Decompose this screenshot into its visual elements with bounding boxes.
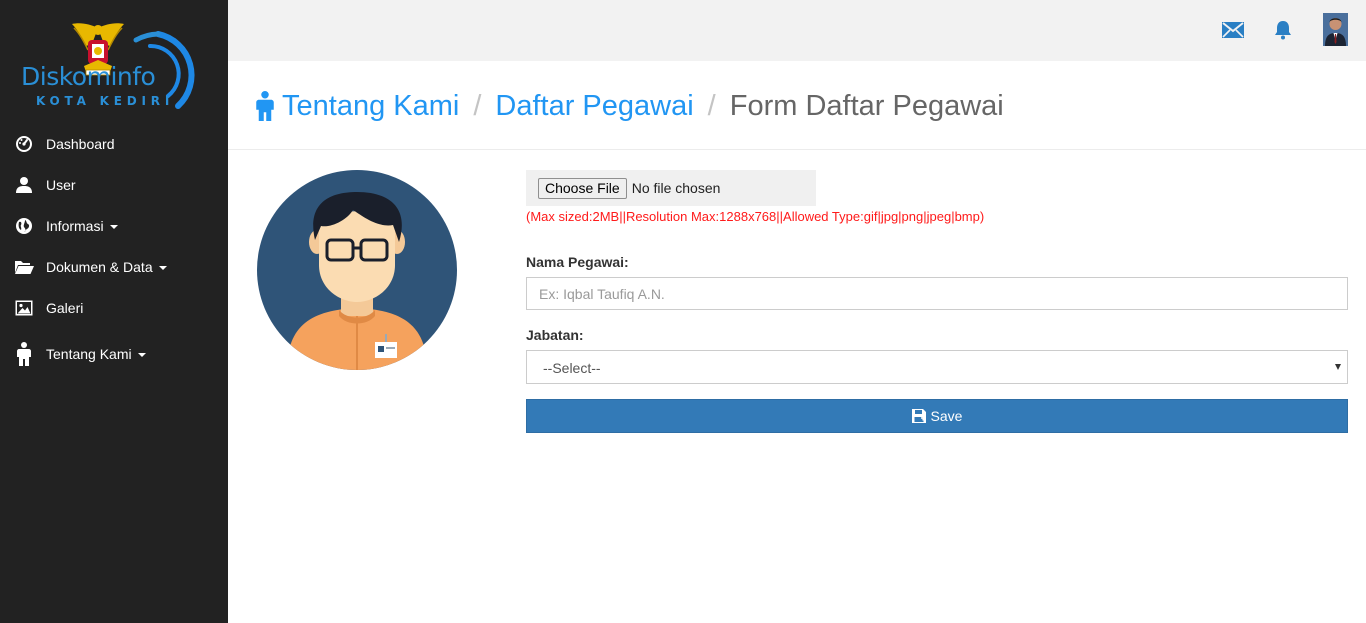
jabatan-select[interactable]: --Select-- xyxy=(526,350,1348,384)
sidebar-item-label: Dokumen & Data xyxy=(46,259,167,275)
sidebar-item-label: Tentang Kami xyxy=(46,346,146,362)
person-icon xyxy=(256,91,274,121)
chevron-down-icon xyxy=(109,225,118,230)
nama-pegawai-label: Nama Pegawai: xyxy=(526,254,629,270)
choose-file-button[interactable]: Choose File xyxy=(538,177,627,199)
bell-icon[interactable] xyxy=(1271,18,1295,42)
breadcrumb-separator: / xyxy=(473,90,482,122)
page-header: Tentang Kami / Daftar Pegawai / Form Daf… xyxy=(228,61,1366,150)
folder-open-icon xyxy=(14,257,34,277)
dashboard-gauge-icon xyxy=(14,134,34,154)
user-icon xyxy=(14,175,34,195)
topbar xyxy=(228,0,1366,61)
file-hint: (Max sized:2MB||Resolution Max:1288x768|… xyxy=(526,209,985,224)
envelope-icon[interactable] xyxy=(1221,18,1245,42)
nama-pegawai-input[interactable] xyxy=(526,277,1348,310)
brand-name: Diskominfo xyxy=(21,62,156,91)
brand-subtitle: KOTA KEDIRI xyxy=(36,94,175,108)
sidebar-item-informasi[interactable]: Informasi xyxy=(0,207,228,245)
save-icon xyxy=(911,409,927,423)
sidebar-item-label: Galeri xyxy=(46,300,84,316)
sidebar-item-dokumen-data[interactable]: Dokumen & Data xyxy=(0,248,228,286)
save-button[interactable]: Save xyxy=(526,399,1348,433)
sidebar-item-galeri[interactable]: Galeri xyxy=(0,289,228,327)
user-avatar[interactable] xyxy=(1323,13,1348,46)
person-icon xyxy=(14,342,34,366)
chevron-down-icon xyxy=(137,353,146,358)
save-button-label: Save xyxy=(930,408,963,424)
chevron-down-icon xyxy=(1335,364,1341,370)
sidebar-item-label: Dashboard xyxy=(46,136,115,152)
sidebar-item-label: Informasi xyxy=(46,218,118,234)
breadcrumb-daftar-pegawai[interactable]: Daftar Pegawai xyxy=(495,89,693,123)
sidebar-item-label: User xyxy=(46,177,76,193)
breadcrumb: Tentang Kami / Daftar Pegawai / Form Daf… xyxy=(256,89,1004,123)
brand-logo[interactable]: Diskominfo KOTA KEDIRI xyxy=(0,0,228,120)
chevron-down-icon xyxy=(158,266,167,271)
globe-icon xyxy=(14,216,34,236)
jabatan-selected-value: --Select-- xyxy=(543,360,601,376)
picture-icon xyxy=(14,298,34,318)
page-title: Form Daftar Pegawai xyxy=(729,90,1004,122)
sidebar-item-dashboard[interactable]: Dashboard xyxy=(0,125,228,163)
file-status: No file chosen xyxy=(631,180,721,196)
sidebar-item-user[interactable]: User xyxy=(0,166,228,204)
jabatan-label: Jabatan: xyxy=(526,327,584,343)
employee-photo-placeholder xyxy=(257,170,457,370)
breadcrumb-separator: / xyxy=(707,90,716,122)
file-upload-field: Choose File No file chosen xyxy=(526,170,816,206)
sidebar-item-tentang-kami[interactable]: Tentang Kami xyxy=(0,335,228,373)
sidebar: Diskominfo KOTA KEDIRI Dashboard User In… xyxy=(0,0,228,623)
breadcrumb-tentang-kami[interactable]: Tentang Kami xyxy=(282,89,459,123)
